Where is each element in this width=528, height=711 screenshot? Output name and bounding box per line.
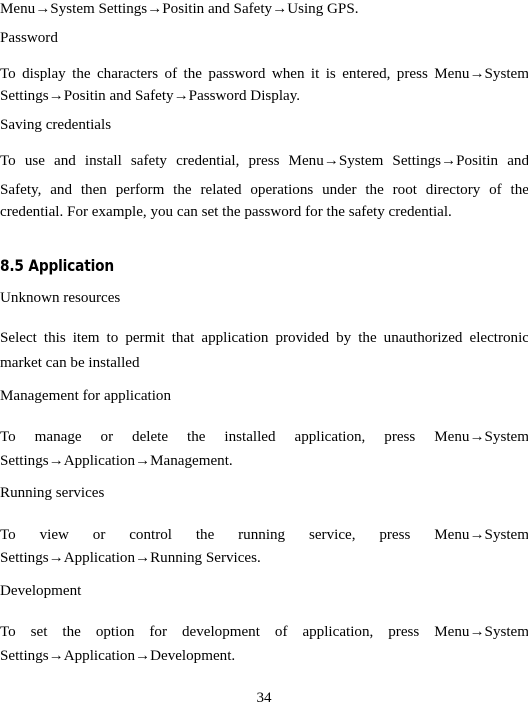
section-heading: 8.5 Application [0,257,114,275]
paragraph-running-services-line2: Settings→Application→Running Services. [0,550,261,566]
paragraph-credentials-line3: credential. For example, you can set the… [0,204,452,220]
paragraph-credentials-line2: Safety, and then perform the related ope… [0,182,528,198]
paragraph-credentials-line1: To use and install safety credential, pr… [0,153,528,169]
subheading-development: Development [0,583,82,599]
subheading-unknown-resources: Unknown resources [0,290,121,306]
paragraph-password-line1: To display the characters of the passwor… [0,66,528,82]
paragraph-management-line1: To manage or delete the installed applic… [0,429,528,445]
document-page: Menu→System Settings→Positin and Safety→… [0,0,528,711]
paragraph-line: Menu→System Settings→Positin and Safety→… [0,1,359,17]
paragraph-running-services-line1: To view or control the running service, … [0,527,528,543]
paragraph-password-line2: Settings→Positin and Safety→Password Dis… [0,88,301,104]
paragraph-unknown-resources-line1: Select this item to permit that applicat… [0,330,528,346]
subheading-running-services: Running services [0,485,105,501]
subheading-management: Management for application [0,388,171,404]
paragraph-management-line2: Settings→Application→Management. [0,453,233,469]
paragraph-development-line1: To set the option for development of app… [0,624,528,640]
subheading-saving-credentials: Saving credentials [0,117,112,133]
paragraph-unknown-resources-line2: market can be installed [0,355,140,371]
page-number: 34 [256,690,272,706]
paragraph-development-line2: Settings→Application→Development. [0,648,236,664]
subheading-password: Password [0,30,58,46]
